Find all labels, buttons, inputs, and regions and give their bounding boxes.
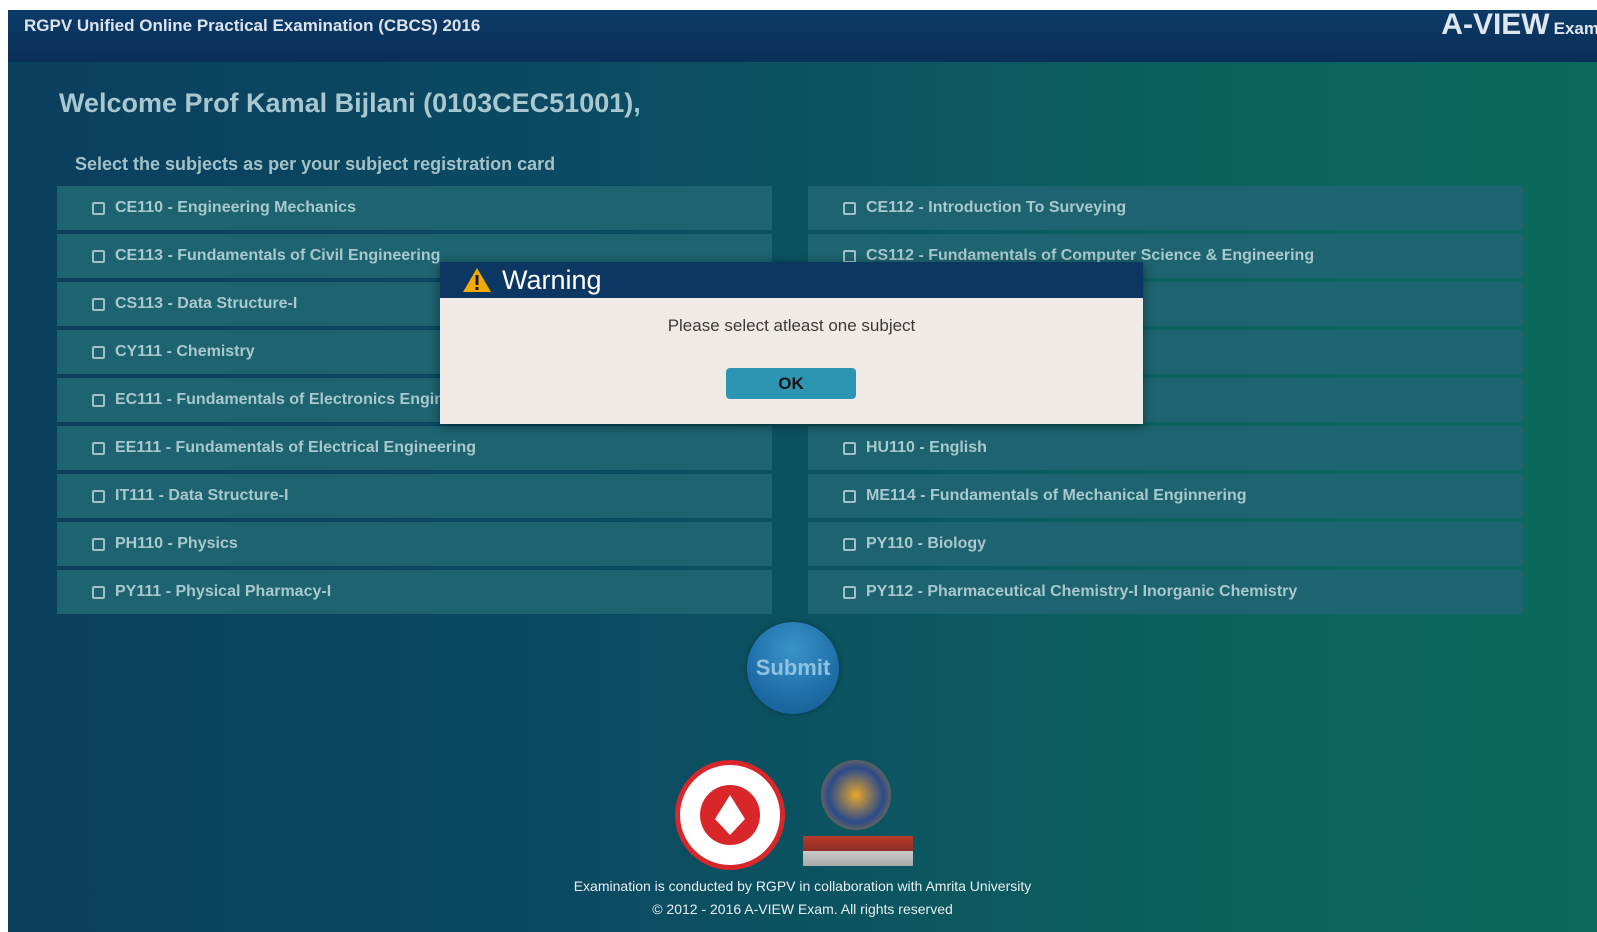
warning-icon — [463, 268, 491, 292]
subject-row[interactable]: IT111 - Data Structure-I — [57, 474, 772, 518]
subject-label: CE113 - Fundamentals of Civil Engineerin… — [115, 247, 441, 264]
checkbox-icon[interactable] — [92, 393, 105, 407]
subject-row[interactable]: EE111 - Fundamentals of Electrical Engin… — [57, 426, 772, 470]
checkbox-icon[interactable] — [92, 489, 105, 503]
top-bar: RGPV Unified Online Practical Examinatio… — [8, 10, 1597, 62]
checkbox-icon[interactable] — [843, 537, 856, 551]
checkbox-icon[interactable] — [843, 585, 856, 599]
submit-button[interactable]: Submit — [747, 622, 839, 714]
subject-row[interactable]: ME114 - Fundamentals of Mechanical Engin… — [808, 474, 1523, 518]
exam-page: RGPV Unified Online Practical Examinatio… — [8, 10, 1597, 932]
rgpv-logo — [675, 760, 785, 870]
subject-label: PY111 - Physical Pharmacy-I — [115, 583, 332, 600]
checkbox-icon[interactable] — [843, 201, 856, 215]
subject-label: HU110 - English — [866, 439, 987, 456]
checkbox-icon[interactable] — [92, 441, 105, 455]
amrita-logo-banner — [803, 836, 913, 866]
subject-label: IT111 - Data Structure-I — [115, 487, 289, 504]
ok-button[interactable]: OK — [726, 368, 856, 399]
subject-row[interactable]: CE110 - Engineering Mechanics — [57, 186, 772, 230]
subject-label: PH110 - Physics — [115, 535, 238, 552]
dialog-header: Warning — [440, 262, 1143, 298]
subject-label: CE110 - Engineering Mechanics — [115, 199, 356, 216]
checkbox-icon[interactable] — [92, 297, 105, 311]
brand-sub: Exam — [1553, 19, 1597, 38]
subject-label: PY112 - Pharmaceutical Chemistry-I Inorg… — [866, 583, 1298, 600]
subject-row[interactable]: PH110 - Physics — [57, 522, 772, 566]
subject-label: ME114 - Fundamentals of Mechanical Engin… — [866, 487, 1247, 504]
checkbox-icon[interactable] — [843, 489, 856, 503]
subject-row[interactable]: HU110 - English — [808, 426, 1523, 470]
subject-label: CE112 - Introduction To Surveying — [866, 199, 1127, 216]
warning-dialog: Warning Please select atleast one subjec… — [440, 262, 1143, 424]
dialog-title: Warning — [502, 264, 602, 295]
amrita-logo-seal — [821, 760, 891, 830]
checkbox-icon[interactable] — [92, 249, 105, 263]
welcome-heading: Welcome Prof Kamal Bijlani (0103CEC51001… — [59, 88, 641, 118]
checkbox-icon[interactable] — [92, 585, 105, 599]
checkbox-icon[interactable] — [92, 201, 105, 215]
footer-copyright: © 2012 - 2016 A-VIEW Exam. All rights re… — [652, 901, 953, 917]
subject-instruction: Select the subjects as per your subject … — [75, 154, 556, 174]
brand-main: A-VIEW — [1441, 10, 1550, 41]
brand-logo: A-VIEW Exam — [1441, 10, 1597, 42]
subject-label: EE111 - Fundamentals of Electrical Engin… — [115, 439, 476, 456]
dialog-message: Please select atleast one subject — [667, 316, 916, 335]
subject-row[interactable]: PY112 - Pharmaceutical Chemistry-I Inorg… — [808, 570, 1523, 614]
subject-label: PY110 - Biology — [866, 535, 987, 552]
exam-title: RGPV Unified Online Practical Examinatio… — [24, 16, 481, 35]
subject-label: EC111 - Fundamentals of Electronics Engi… — [115, 391, 492, 408]
checkbox-icon[interactable] — [843, 249, 856, 263]
checkbox-icon[interactable] — [843, 441, 856, 455]
checkbox-icon[interactable] — [92, 345, 105, 359]
subject-label: CY111 - Chemistry — [115, 343, 255, 360]
subject-row[interactable]: PY111 - Physical Pharmacy-I — [57, 570, 772, 614]
subject-row[interactable]: PY110 - Biology — [808, 522, 1523, 566]
footer-collaboration-text: Examination is conducted by RGPV in coll… — [573, 878, 1032, 894]
checkbox-icon[interactable] — [92, 537, 105, 551]
subject-row[interactable]: CE112 - Introduction To Surveying — [808, 186, 1523, 230]
amrita-logo — [803, 760, 913, 872]
subject-label: CS113 - Data Structure-I — [115, 295, 298, 312]
